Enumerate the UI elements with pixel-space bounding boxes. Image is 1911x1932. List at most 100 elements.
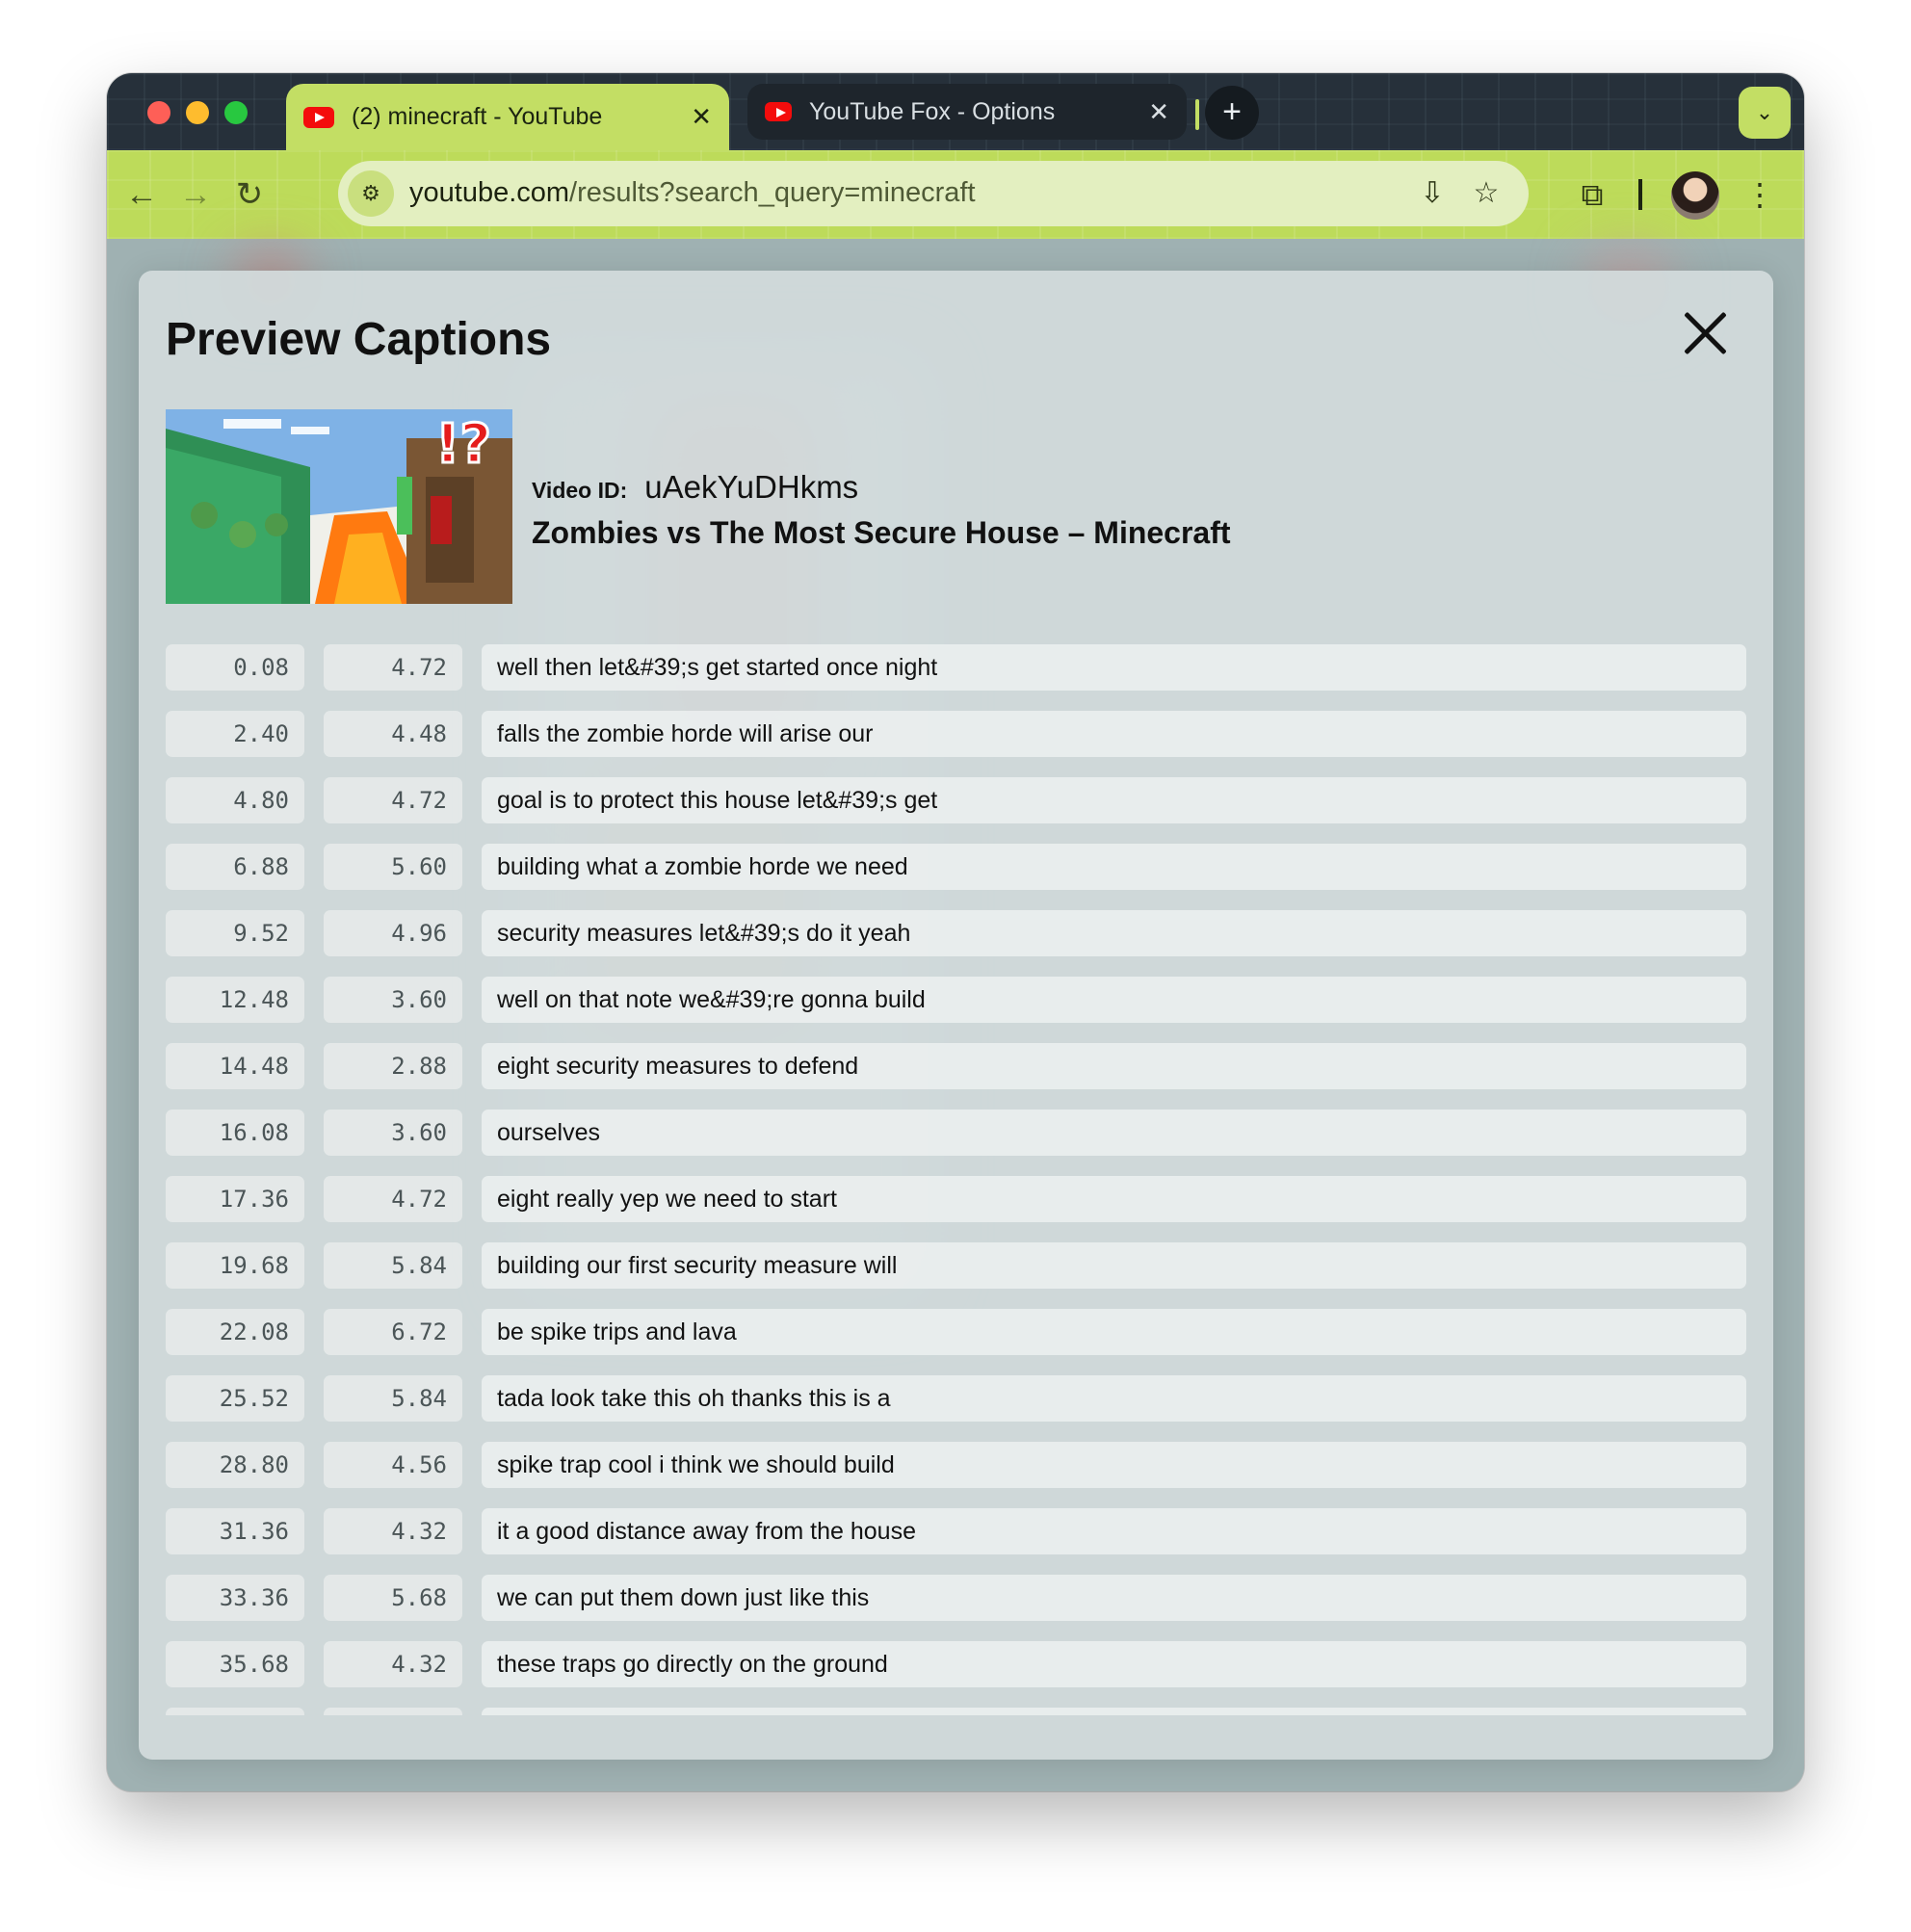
caption-text-input[interactable]: ourselves (482, 1110, 1746, 1156)
caption-row: 19.68 5.84 building our first security mea… (166, 1242, 1746, 1289)
caption-text-input[interactable]: eight security measures to defend (482, 1043, 1746, 1089)
caption-duration-input[interactable]: 4.72 (324, 777, 462, 823)
caption-duration-input[interactable]: 3.36 (324, 1708, 462, 1715)
caption-start-input[interactable]: 28.80 (166, 1442, 304, 1488)
caption-duration-input[interactable]: 4.32 (324, 1641, 462, 1687)
bookmark-star-icon[interactable]: ☆ (1467, 174, 1505, 213)
caption-start-input[interactable]: 12.48 (166, 977, 304, 1023)
caption-text-input[interactable]: building our first security measure will (482, 1242, 1746, 1289)
caption-duration-input[interactable]: 3.60 (324, 977, 462, 1023)
caption-start-input[interactable]: 22.08 (166, 1309, 304, 1355)
caption-start-input[interactable]: 4.80 (166, 777, 304, 823)
back-button[interactable]: ← (120, 173, 163, 216)
caption-start-input[interactable]: 0.08 (166, 644, 304, 691)
caption-start-input[interactable]: 33.36 (166, 1575, 304, 1621)
caption-start-input[interactable]: 35.68 (166, 1641, 304, 1687)
caption-text-input[interactable]: tada look take this oh thanks this is a (482, 1375, 1746, 1422)
arrow-left-icon: ← (125, 176, 158, 213)
caption-text-input[interactable]: security measures let&#39;s do it yeah (482, 910, 1746, 956)
caption-duration-input[interactable]: 5.60 (324, 844, 462, 890)
caption-text-input[interactable]: it a good distance away from the house (482, 1508, 1746, 1554)
caption-start-input[interactable]: 19.68 (166, 1242, 304, 1289)
url-path: /results?search_query=minecraft (569, 177, 976, 208)
caption-text-input[interactable]: goal is to protect this house let&#39;s … (482, 777, 1746, 823)
tab-strip: (2) minecraft - YouTube ✕ YouTube Fox - … (107, 73, 1804, 150)
reload-button[interactable]: ↻ (228, 173, 271, 216)
caption-row: 16.08 3.60 ourselves (166, 1110, 1746, 1156)
tab-youtube-fox-options[interactable]: YouTube Fox - Options ✕ (747, 84, 1187, 140)
caption-list[interactable]: 0.08 4.72 well then let&#39;s get started … (166, 644, 1746, 1715)
new-tab-button[interactable]: + (1205, 86, 1259, 140)
extensions-puzzle-icon[interactable]: ⧉ (1571, 173, 1613, 216)
close-icon[interactable] (1682, 309, 1730, 357)
caption-start-input[interactable]: 17.36 (166, 1176, 304, 1222)
youtube-fox-icon (765, 102, 792, 121)
caption-text-input[interactable]: eight really yep we need to start (482, 1176, 1746, 1222)
caption-row: 17.36 4.72 eight really yep we need to sta… (166, 1176, 1746, 1222)
forward-button[interactable]: → (174, 173, 217, 216)
zoom-window-button[interactable] (224, 101, 248, 124)
caption-text-input[interactable]: well then let&#39;s get started once nig… (482, 644, 1746, 691)
caption-duration-input[interactable]: 5.68 (324, 1575, 462, 1621)
caption-text-input[interactable]: spike trap cool i think we should build (482, 1442, 1746, 1488)
video-id-value: uAekYuDHkms (644, 469, 859, 505)
tab-title: (2) minecraft - YouTube (352, 103, 603, 130)
caption-start-input[interactable]: 39.04 (166, 1708, 304, 1715)
caption-start-input[interactable]: 6.88 (166, 844, 304, 890)
caption-text-input[interactable]: oh (482, 1708, 1746, 1715)
caption-row: 33.36 5.68 we can put them down just like … (166, 1575, 1746, 1621)
caption-start-input[interactable]: 14.48 (166, 1043, 304, 1089)
profile-avatar[interactable] (1671, 171, 1719, 220)
youtube-icon (303, 106, 334, 128)
caption-text-input[interactable]: be spike trips and lava (482, 1309, 1746, 1355)
caption-duration-input[interactable]: 5.84 (324, 1375, 462, 1422)
caption-start-input[interactable]: 25.52 (166, 1375, 304, 1422)
chevron-down-icon: ⌄ (1755, 100, 1774, 124)
caption-duration-input[interactable]: 4.32 (324, 1508, 462, 1554)
video-title: Zombies vs The Most Secure House – Minec… (532, 515, 1231, 550)
caption-duration-input[interactable]: 4.72 (324, 644, 462, 691)
caption-duration-input[interactable]: 4.96 (324, 910, 462, 956)
caption-text-input[interactable]: well on that note we&#39;re gonna build (482, 977, 1746, 1023)
url-text[interactable]: youtube.com/results?search_query=minecra… (409, 177, 976, 209)
caption-text-input[interactable]: falls the zombie horde will arise our (482, 711, 1746, 757)
caption-start-input[interactable]: 2.40 (166, 711, 304, 757)
url-host: youtube.com (409, 177, 570, 208)
browser-toolbar: ← → ↻ ⚙ youtube.com/results?search_query… (107, 150, 1804, 239)
address-bar[interactable]: ⚙ youtube.com/results?search_query=minec… (338, 161, 1529, 226)
caption-row: 22.08 6.72 be spike trips and lava (166, 1309, 1746, 1355)
toolbar-separator (1638, 179, 1642, 210)
caption-row: 35.68 4.32 these traps go directly on the … (166, 1641, 1746, 1687)
page-content: Preview Captions !? Video ID: uAekYuDHkm… (107, 239, 1804, 1791)
caption-text-input[interactable]: these traps go directly on the ground (482, 1641, 1746, 1687)
video-thumbnail[interactable]: !? (166, 409, 512, 604)
caption-start-input[interactable]: 16.08 (166, 1110, 304, 1156)
caption-row: 14.48 2.88 eight security measures to defe… (166, 1043, 1746, 1089)
caption-duration-input[interactable]: 2.88 (324, 1043, 462, 1089)
tab-search-button[interactable]: ⌄ (1739, 87, 1791, 139)
install-app-icon[interactable]: ⇩ (1413, 174, 1452, 213)
caption-row: 4.80 4.72 goal is to protect this house le… (166, 777, 1746, 823)
close-window-button[interactable] (147, 101, 170, 124)
more-menu-icon[interactable]: ⋮ (1739, 173, 1781, 216)
caption-start-input[interactable]: 31.36 (166, 1508, 304, 1554)
caption-duration-input[interactable]: 4.72 (324, 1176, 462, 1222)
caption-text-input[interactable]: building what a zombie horde we need (482, 844, 1746, 890)
caption-duration-input[interactable]: 6.72 (324, 1309, 462, 1355)
caption-row: 9.52 4.96 security measures let&#39;s do i… (166, 910, 1746, 956)
thumbnail-badge: !? (435, 413, 491, 476)
caption-row: 6.88 5.60 building what a zombie horde we … (166, 844, 1746, 890)
caption-duration-input[interactable]: 4.56 (324, 1442, 462, 1488)
tab-youtube-minecraft[interactable]: (2) minecraft - YouTube ✕ (286, 84, 729, 150)
caption-duration-input[interactable]: 5.84 (324, 1242, 462, 1289)
caption-duration-input[interactable]: 4.48 (324, 711, 462, 757)
minimize-window-button[interactable] (186, 101, 209, 124)
site-info-icon[interactable]: ⚙ (348, 170, 394, 217)
caption-row: 28.80 4.56 spike trap cool i think we shou… (166, 1442, 1746, 1488)
caption-duration-input[interactable]: 3.60 (324, 1110, 462, 1156)
caption-text-input[interactable]: we can put them down just like this (482, 1575, 1746, 1621)
tab-close-icon[interactable]: ✕ (691, 102, 712, 132)
tab-close-icon[interactable]: ✕ (1148, 97, 1169, 127)
caption-row: 2.40 4.48 falls the zombie horde will aris… (166, 711, 1746, 757)
caption-start-input[interactable]: 9.52 (166, 910, 304, 956)
